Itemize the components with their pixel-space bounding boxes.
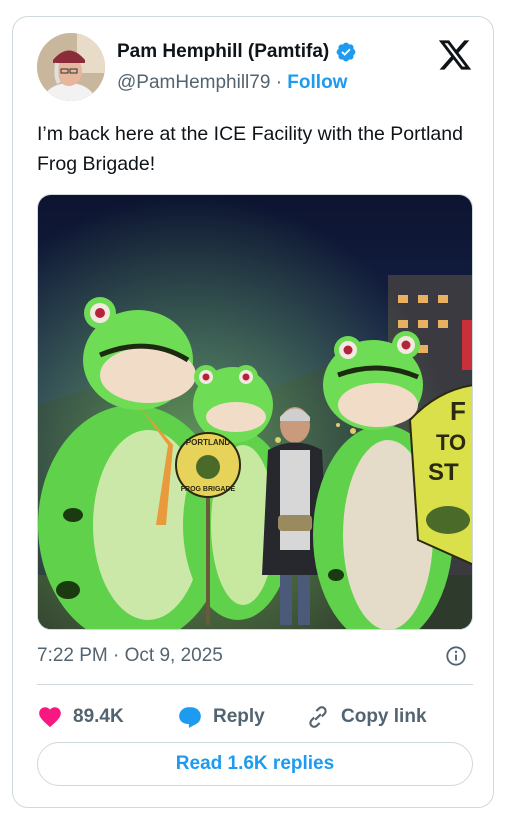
tweet-timestamp[interactable]: 7:22 PM · Oct 9, 2025	[37, 645, 223, 667]
avatar[interactable]	[37, 33, 105, 101]
heart-icon	[39, 707, 61, 728]
tweet-card: Pam Hemphill (Pamtifa) @PamHemphill79 · …	[12, 16, 494, 808]
divider	[37, 684, 473, 685]
handle-separator: ·	[275, 72, 283, 93]
like-button[interactable]: 89.4K	[37, 699, 124, 735]
copy-link-label: Copy link	[341, 706, 427, 727]
svg-text:PORTLAND: PORTLAND	[186, 438, 231, 447]
author-name-row: Pam Hemphill (Pamtifa)	[117, 41, 357, 63]
read-replies-button[interactable]: Read 1.6K replies	[37, 742, 473, 786]
follow-button[interactable]: Follow	[287, 72, 347, 93]
author-handle[interactable]: @PamHemphill79	[117, 72, 270, 93]
x-logo-icon[interactable]	[437, 37, 473, 73]
author-handle-row: @PamHemphill79 · Follow	[117, 72, 347, 94]
svg-text:TO: TO	[436, 430, 466, 455]
reply-bubble-icon	[179, 707, 201, 728]
verified-badge-icon	[336, 42, 356, 62]
info-icon[interactable]	[445, 645, 467, 667]
partial-yellow-sign: F TO ST	[408, 384, 472, 566]
tweet-text: I’m back here at the ICE Facility with t…	[37, 123, 463, 175]
tweet-photo[interactable]: PORTLAND FROG BRIGADE F TO ST	[37, 194, 473, 630]
svg-text:FROG BRIGADE: FROG BRIGADE	[181, 486, 236, 493]
action-bar: 89.4K Reply Copy link	[37, 699, 473, 735]
svg-text:ST: ST	[428, 459, 459, 486]
reply-button[interactable]: Reply	[177, 699, 265, 735]
author-name[interactable]: Pam Hemphill (Pamtifa)	[117, 41, 329, 63]
link-icon	[309, 706, 327, 728]
svg-text:F: F	[450, 396, 466, 426]
reply-label: Reply	[213, 706, 265, 727]
frog-brigade-photo: PORTLAND FROG BRIGADE F TO ST	[38, 195, 472, 629]
copy-link-button[interactable]: Copy link	[305, 699, 427, 735]
like-count: 89.4K	[73, 706, 124, 727]
avatar-image	[37, 33, 105, 101]
read-replies-label: Read 1.6K replies	[175, 753, 335, 774]
